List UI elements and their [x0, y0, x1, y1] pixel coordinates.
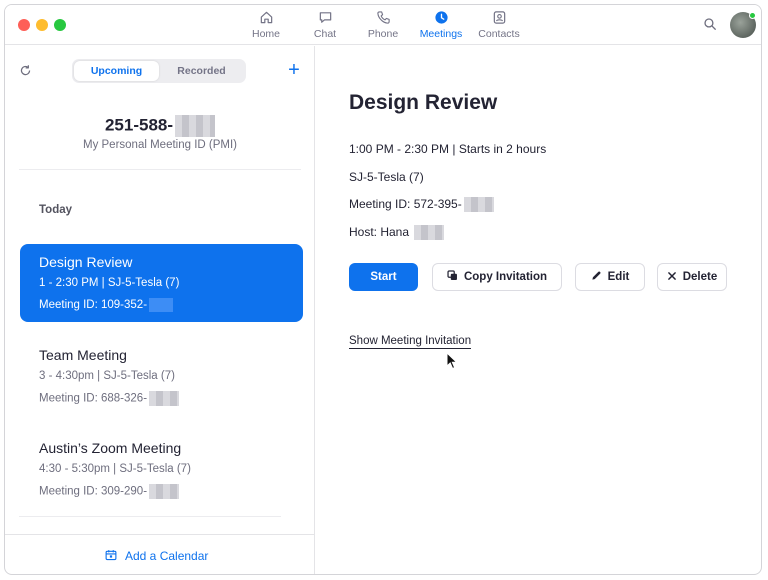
zoom-window: Home Chat Phone Meetings Contacts Upcomi…	[4, 4, 762, 575]
meeting-detail-title: Design Review	[349, 91, 498, 114]
edit-label: Edit	[607, 271, 630, 283]
maximize-window-button[interactable]	[54, 19, 66, 31]
tab-chat[interactable]: Chat	[297, 9, 353, 43]
tab-label: Phone	[367, 28, 399, 40]
add-calendar-label: Add a Calendar	[125, 549, 209, 563]
minimize-window-button[interactable]	[36, 19, 48, 31]
refresh-icon	[19, 64, 32, 81]
title-bar: Home Chat Phone Meetings Contacts	[5, 5, 761, 45]
redacted-digits	[149, 298, 174, 312]
phone-icon	[376, 9, 391, 25]
refresh-button[interactable]	[19, 64, 33, 78]
pmi-label: My Personal Meeting ID (PMI)	[82, 139, 237, 151]
meetings-sidebar: Upcoming Recorded + 251-588- My Personal…	[5, 46, 315, 574]
pmi-number[interactable]: 251-588-	[5, 115, 315, 137]
redacted-name	[414, 225, 445, 241]
tab-home[interactable]: Home	[238, 9, 294, 43]
search-button[interactable]	[703, 17, 719, 33]
presence-status-dot	[749, 12, 756, 19]
show-meeting-invitation-link[interactable]: Show Meeting Invitation	[349, 335, 472, 349]
meeting-title: Team Meeting	[39, 347, 127, 363]
tab-upcoming[interactable]: Upcoming	[74, 61, 159, 81]
search-icon	[703, 18, 717, 35]
meeting-id: Meeting ID: 688-326-	[39, 391, 180, 406]
copy-invitation-label: Copy Invitation	[463, 271, 548, 283]
close-icon	[667, 271, 683, 284]
pencil-icon	[591, 270, 608, 284]
pmi-number-text: 251-588-	[104, 115, 174, 135]
start-button[interactable]: Start	[349, 263, 418, 291]
meeting-id: Meeting ID: 109-352-	[39, 298, 174, 312]
meeting-title: Austin’s Zoom Meeting	[39, 440, 182, 456]
meeting-time: 4:30 - 5:30pm | SJ-5-Tesla (7)	[39, 463, 191, 475]
tab-phone[interactable]: Phone	[355, 9, 411, 43]
meeting-title: Design Review	[39, 254, 133, 270]
tab-recorded[interactable]: Recorded	[159, 61, 244, 81]
meeting-detail-panel: Design Review 1:00 PM - 2:30 PM | Starts…	[316, 46, 761, 574]
meeting-detail-room: SJ-5-Tesla (7)	[349, 170, 424, 184]
calendar-icon	[105, 549, 125, 564]
meeting-detail-host-text: Host: Hana	[349, 225, 410, 239]
add-meeting-button[interactable]: +	[284, 58, 304, 82]
meeting-item-design-review[interactable]: Design Review 1 - 2:30 PM | SJ-5-Tesla (…	[20, 244, 303, 322]
chat-icon	[318, 9, 333, 25]
tab-meetings[interactable]: Meetings	[413, 9, 469, 43]
clock-icon	[434, 9, 449, 25]
meeting-item-austins-zoom-meeting[interactable]: Austin’s Zoom Meeting 4:30 - 5:30pm | SJ…	[20, 430, 303, 508]
tab-label: Chat	[313, 28, 337, 40]
divider	[5, 534, 315, 535]
tab-label: Home	[251, 28, 280, 40]
plus-icon: +	[288, 59, 300, 81]
tab-label: Meetings	[419, 28, 463, 40]
meeting-detail-time: 1:00 PM - 2:30 PM | Starts in 2 hours	[349, 142, 547, 156]
meeting-time: 3 - 4:30pm | SJ-5-Tesla (7)	[39, 370, 175, 382]
redacted-digits	[463, 197, 494, 213]
divider	[19, 516, 281, 517]
redacted-digits	[175, 115, 216, 137]
home-icon	[259, 9, 274, 25]
meeting-id-text: Meeting ID: 688-326-	[39, 392, 148, 405]
close-window-button[interactable]	[18, 19, 30, 31]
copy-invitation-button[interactable]: Copy Invitation	[432, 263, 562, 291]
tab-label: Contacts	[478, 28, 520, 40]
day-header: Today	[39, 204, 73, 216]
tab-contacts[interactable]: Contacts	[471, 9, 527, 43]
meetings-segmented-control: Upcoming Recorded	[72, 59, 246, 83]
divider	[19, 169, 301, 170]
meeting-id-text: Meeting ID: 109-352-	[39, 299, 148, 312]
redacted-digits	[149, 391, 180, 406]
delete-button[interactable]: Delete	[657, 263, 727, 291]
redacted-digits	[149, 484, 180, 499]
meeting-detail-id: Meeting ID: 572-395-	[349, 197, 494, 213]
mouse-pointer-icon	[446, 351, 458, 375]
contacts-icon	[492, 9, 507, 25]
meeting-item-team-meeting[interactable]: Team Meeting 3 - 4:30pm | SJ-5-Tesla (7)…	[20, 337, 303, 415]
copy-icon	[447, 270, 464, 284]
meeting-id-text: Meeting ID: 309-290-	[39, 485, 148, 498]
meeting-detail-id-text: Meeting ID: 572-395-	[349, 197, 462, 211]
meeting-id: Meeting ID: 309-290-	[39, 484, 180, 499]
edit-button[interactable]: Edit	[575, 263, 645, 291]
meeting-time: 1 - 2:30 PM | SJ-5-Tesla (7)	[39, 277, 180, 289]
meeting-detail-host: Host: Hana	[349, 225, 445, 241]
delete-label: Delete	[682, 271, 718, 283]
add-calendar-button[interactable]: Add a Calendar	[105, 546, 208, 566]
